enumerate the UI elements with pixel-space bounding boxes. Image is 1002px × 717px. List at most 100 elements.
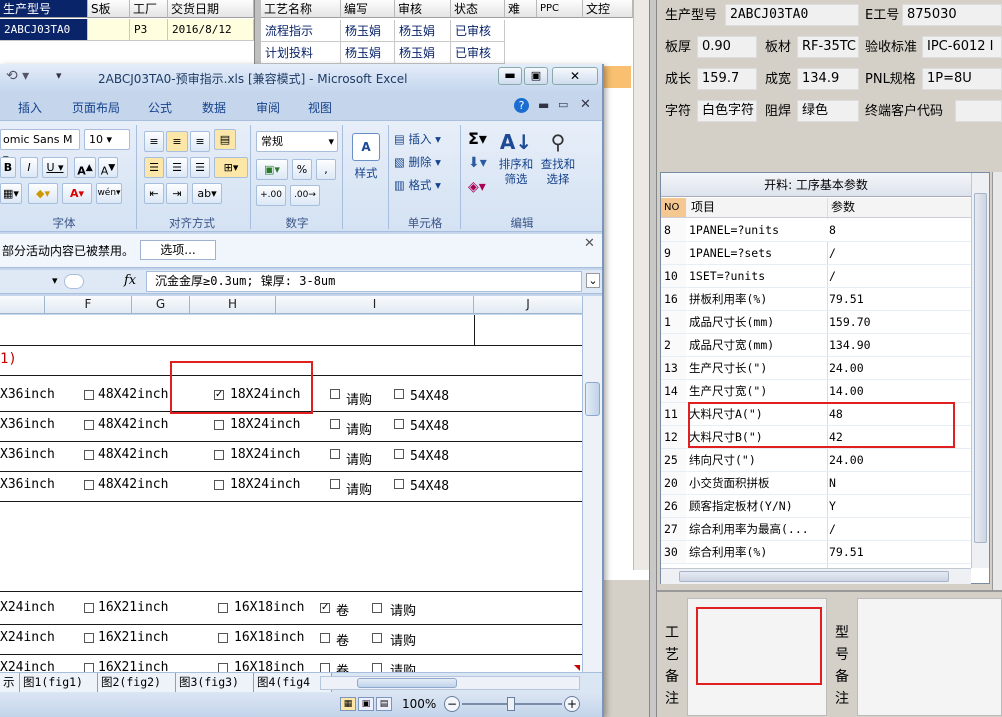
- grid-header-ppc[interactable]: PPC: [537, 0, 583, 18]
- tab-formulas[interactable]: 公式: [148, 99, 172, 116]
- ribbon-close-icon[interactable]: ✕: [580, 97, 591, 112]
- checkbox[interactable]: [214, 420, 224, 430]
- align-top-button[interactable]: ≡: [144, 131, 164, 152]
- table-row[interactable]: 10 1SET=?units /: [661, 265, 971, 288]
- fill-color-button[interactable]: ◆▾: [28, 183, 58, 204]
- increase-decimal-button[interactable]: +.00: [256, 185, 286, 206]
- table-row[interactable]: 25 纬向尺寸(") 24.00: [661, 449, 971, 472]
- checkbox[interactable]: [218, 633, 228, 643]
- checkbox[interactable]: [330, 479, 340, 489]
- pnl-field[interactable]: 1P=8U: [922, 68, 1002, 90]
- grid-header-model[interactable]: 生产型号: [0, 0, 88, 18]
- grid-header-process[interactable]: 工艺名称: [261, 0, 341, 18]
- sheet-hscroll[interactable]: [320, 676, 580, 690]
- name-box-dropdown-icon[interactable]: ▾: [52, 274, 58, 287]
- table-row-cell[interactable]: 流程指示: [261, 20, 341, 42]
- sheet-tab[interactable]: 图2(fig2): [98, 673, 176, 692]
- wrap-text-button[interactable]: ▤: [214, 129, 236, 150]
- checkbox[interactable]: [330, 449, 340, 459]
- header-param[interactable]: 参数: [831, 198, 855, 217]
- checkbox[interactable]: [84, 480, 94, 490]
- table-row[interactable]: 2 成品尺寸宽(mm) 134.90: [661, 334, 971, 357]
- delete-cells-button[interactable]: ▧ 删除 ▾: [394, 154, 441, 170]
- fx-icon[interactable]: fx: [124, 273, 136, 288]
- grid-header-status[interactable]: 状态: [451, 0, 505, 18]
- italic-button[interactable]: I: [20, 157, 38, 178]
- sheet-vscroll[interactable]: [582, 296, 602, 672]
- checkbox[interactable]: [372, 663, 382, 672]
- name-box-splitter[interactable]: [64, 274, 84, 289]
- align-center-button[interactable]: ☰: [166, 157, 188, 178]
- normal-view-icon[interactable]: ▦: [340, 697, 356, 711]
- length-field[interactable]: 159.7: [697, 68, 757, 90]
- checkbox[interactable]: [84, 450, 94, 460]
- checkbox[interactable]: ✓: [320, 603, 330, 613]
- checkbox[interactable]: [394, 389, 404, 399]
- table-row-cell[interactable]: 杨玉娟: [395, 20, 451, 42]
- checkbox[interactable]: [394, 419, 404, 429]
- checkbox[interactable]: [372, 603, 382, 613]
- font-shrink-button[interactable]: A▼: [98, 157, 118, 178]
- grid-header-factory[interactable]: 工厂: [130, 0, 168, 18]
- page-layout-view-icon[interactable]: ▣: [358, 697, 374, 711]
- page-break-view-icon[interactable]: ▤: [376, 697, 392, 711]
- param-vscroll[interactable]: [971, 173, 989, 568]
- checkbox[interactable]: [84, 663, 94, 672]
- grid-header-s[interactable]: S板: [88, 0, 130, 18]
- increase-indent-button[interactable]: ⇥: [166, 183, 188, 204]
- table-row[interactable]: 1 成品尺寸长(mm) 159.70: [661, 311, 971, 334]
- number-format-select[interactable]: 常规 ▾: [256, 131, 338, 152]
- grid-header-writer[interactable]: 编写: [341, 0, 395, 18]
- grid-cell-factory[interactable]: P3: [130, 19, 168, 41]
- qat-dropdown-icon[interactable]: ▾: [56, 69, 62, 82]
- table-row[interactable]: 9 1PANEL=?sets /: [661, 242, 971, 265]
- checkbox[interactable]: [218, 603, 228, 613]
- phonetic-button[interactable]: wén▾: [96, 183, 122, 204]
- font-name-select[interactable]: omic Sans M ▾: [0, 129, 80, 165]
- checkbox[interactable]: [214, 450, 224, 460]
- formula-input[interactable]: 沉金金厚≥0.3um; 镍厚: 3-8um: [146, 271, 582, 292]
- font-grow-button[interactable]: A▲: [74, 157, 96, 178]
- ribbon-minimize-icon[interactable]: ▬: [538, 98, 549, 112]
- border-button[interactable]: ▦▾: [0, 183, 22, 204]
- table-row-cell[interactable]: 杨玉娟: [341, 42, 395, 64]
- align-right-button[interactable]: ☰: [190, 157, 210, 178]
- checkbox[interactable]: [84, 420, 94, 430]
- e-number-field[interactable]: 875030: [902, 4, 1002, 26]
- format-cells-button[interactable]: ▥ 格式 ▾: [394, 177, 441, 193]
- selected-row[interactable]: [601, 66, 631, 88]
- sheet-tab[interactable]: 示: [0, 673, 20, 692]
- decrease-decimal-button[interactable]: .00→: [290, 185, 320, 206]
- header-no[interactable]: NO: [661, 198, 686, 217]
- checkbox[interactable]: [218, 663, 228, 672]
- zoom-in-icon[interactable]: +: [564, 696, 580, 712]
- close-button[interactable]: ✕: [552, 67, 598, 85]
- tab-insert[interactable]: 插入: [18, 99, 42, 116]
- checkbox[interactable]: [394, 479, 404, 489]
- checkbox[interactable]: [84, 633, 94, 643]
- font-size-select[interactable]: 10 ▾: [84, 129, 130, 150]
- table-row-cell[interactable]: 已审核: [451, 20, 505, 42]
- material-field[interactable]: RF-35TC: [797, 36, 859, 58]
- char-field[interactable]: 白色字符: [697, 100, 757, 122]
- table-row[interactable]: 8 1PANEL=?units 8: [661, 219, 971, 242]
- customer-code-field[interactable]: [955, 100, 1002, 122]
- grid-header-doc[interactable]: 文控: [583, 0, 633, 18]
- grid-header-difficulty[interactable]: 难: [505, 0, 537, 18]
- fill-icon[interactable]: ⬇▾: [468, 155, 487, 171]
- security-close-icon[interactable]: ✕: [584, 236, 595, 251]
- checkbox[interactable]: [372, 633, 382, 643]
- ribbon-restore-icon[interactable]: ▭: [558, 98, 568, 111]
- thickness-field[interactable]: 0.90: [697, 36, 757, 58]
- header-item[interactable]: 项目: [691, 198, 715, 217]
- table-row[interactable]: 20 小交货面积拼板 N: [661, 472, 971, 495]
- checkbox[interactable]: [330, 419, 340, 429]
- column-j[interactable]: J: [474, 296, 582, 313]
- merge-button[interactable]: ⊞▾: [214, 157, 248, 178]
- table-row-cell[interactable]: 计划投料: [261, 42, 341, 64]
- vertical-scrollbar[interactable]: [633, 0, 649, 570]
- zoom-out-icon[interactable]: −: [444, 696, 460, 712]
- table-row-cell[interactable]: 杨玉娟: [395, 42, 451, 64]
- grid-header-reviewer[interactable]: 审核: [395, 0, 451, 18]
- align-left-button[interactable]: ☰: [144, 157, 164, 178]
